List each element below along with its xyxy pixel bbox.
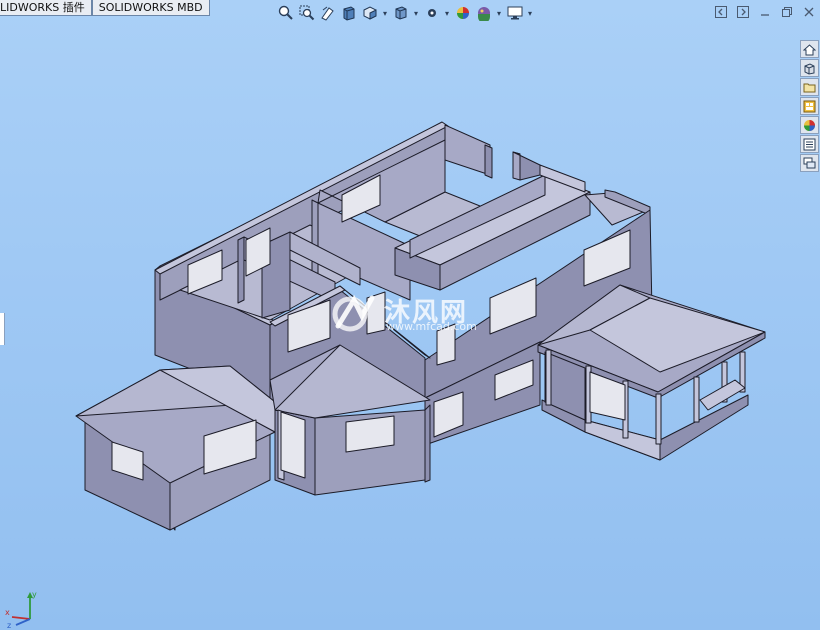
partition-wall-2 (237, 236, 245, 304)
minimize-icon[interactable] (757, 4, 773, 20)
design-library-icon[interactable] (800, 59, 819, 77)
appearances-icon[interactable] (800, 116, 819, 134)
pavilion-column-1 (545, 349, 552, 406)
graphics-area[interactable]: 沐风网 www.mfcad.com (0, 0, 820, 630)
chimney-wall (484, 144, 493, 179)
command-manager-tabs: LIDWORKS 插件 SOLIDWORKS MBD (0, 0, 210, 17)
chevron-down-icon[interactable]: ▾ (443, 9, 451, 18)
solidworks-resources-icon[interactable] (800, 40, 819, 58)
view-palette-icon[interactable] (800, 97, 819, 115)
task-pane (799, 40, 820, 172)
window (436, 323, 456, 366)
zoom-to-area-icon[interactable] (297, 3, 316, 23)
door-opening (280, 411, 306, 479)
bay-wall-right (424, 404, 431, 483)
edit-appearance-icon[interactable] (453, 3, 472, 23)
pavilion-column-4 (655, 393, 662, 445)
heads-up-view-toolbar: ▾ ▾ ▾ ▾ ▾ (276, 2, 534, 24)
window-controls (713, 4, 817, 20)
triad-x-label: x (5, 608, 10, 617)
display-style-icon[interactable] (391, 3, 410, 23)
tab-solidworks-addins[interactable]: LIDWORKS 插件 (0, 0, 92, 16)
triad-y-label: y (32, 590, 37, 599)
file-explorer-icon[interactable] (800, 78, 819, 96)
triad-z-label: z (7, 621, 11, 629)
hide-show-items-icon[interactable] (422, 3, 441, 23)
section-view-icon[interactable] (339, 3, 358, 23)
upper-east-chimney (512, 151, 521, 181)
chevron-down-icon[interactable]: ▾ (412, 9, 420, 18)
feature-manager-collapse-handle[interactable] (0, 313, 5, 345)
view-settings-icon[interactable] (505, 3, 524, 23)
pavilion-column-5 (693, 376, 700, 423)
custom-properties-icon[interactable] (800, 135, 819, 153)
zoom-to-fit-icon[interactable] (276, 3, 295, 23)
view-orientation-icon[interactable] (360, 3, 379, 23)
tile-left-icon[interactable] (713, 4, 729, 20)
chevron-down-icon[interactable]: ▾ (381, 9, 389, 18)
forum-icon[interactable] (800, 154, 819, 172)
previous-view-icon[interactable] (318, 3, 337, 23)
tile-right-icon[interactable] (735, 4, 751, 20)
chevron-down-icon[interactable]: ▾ (495, 9, 503, 18)
tab-solidworks-mbd[interactable]: SOLIDWORKS MBD (91, 0, 210, 16)
close-icon[interactable] (801, 4, 817, 20)
apply-scene-icon[interactable] (474, 3, 493, 23)
restore-icon[interactable] (779, 4, 795, 20)
window (366, 291, 386, 335)
reference-triad: y x z (2, 585, 46, 630)
chevron-down-icon[interactable]: ▾ (526, 9, 534, 18)
